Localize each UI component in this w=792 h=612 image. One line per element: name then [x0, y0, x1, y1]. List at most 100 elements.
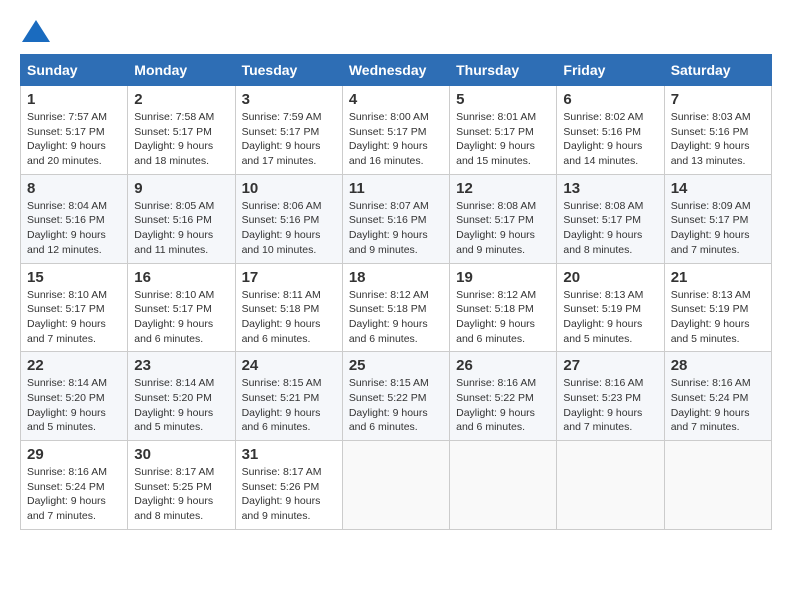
calendar-cell: 9 Sunrise: 8:05 AMSunset: 5:16 PMDaylight…	[128, 174, 235, 263]
day-info: Sunrise: 8:16 AMSunset: 5:23 PMDaylight:…	[563, 376, 657, 435]
day-number: 11	[349, 180, 443, 197]
weekday-header-saturday: Saturday	[664, 55, 771, 86]
day-number: 29	[27, 446, 121, 463]
day-info: Sunrise: 8:08 AMSunset: 5:17 PMDaylight:…	[456, 199, 550, 258]
day-info: Sunrise: 8:14 AMSunset: 5:20 PMDaylight:…	[134, 376, 228, 435]
day-info: Sunrise: 8:13 AMSunset: 5:19 PMDaylight:…	[671, 288, 765, 347]
calendar-cell: 1 Sunrise: 7:57 AMSunset: 5:17 PMDaylight…	[21, 86, 128, 175]
calendar-cell: 13 Sunrise: 8:08 AMSunset: 5:17 PMDayligh…	[557, 174, 664, 263]
day-number: 22	[27, 357, 121, 374]
day-info: Sunrise: 8:11 AMSunset: 5:18 PMDaylight:…	[242, 288, 336, 347]
day-number: 8	[27, 180, 121, 197]
calendar-cell: 28 Sunrise: 8:16 AMSunset: 5:24 PMDayligh…	[664, 352, 771, 441]
day-info: Sunrise: 8:01 AMSunset: 5:17 PMDaylight:…	[456, 110, 550, 169]
day-info: Sunrise: 8:13 AMSunset: 5:19 PMDaylight:…	[563, 288, 657, 347]
calendar-week-row: 22 Sunrise: 8:14 AMSunset: 5:20 PMDayligh…	[21, 352, 772, 441]
day-number: 3	[242, 91, 336, 108]
calendar-cell: 17 Sunrise: 8:11 AMSunset: 5:18 PMDayligh…	[235, 263, 342, 352]
day-info: Sunrise: 8:07 AMSunset: 5:16 PMDaylight:…	[349, 199, 443, 258]
day-number: 24	[242, 357, 336, 374]
day-info: Sunrise: 8:09 AMSunset: 5:17 PMDaylight:…	[671, 199, 765, 258]
day-info: Sunrise: 8:10 AMSunset: 5:17 PMDaylight:…	[134, 288, 228, 347]
day-info: Sunrise: 8:04 AMSunset: 5:16 PMDaylight:…	[27, 199, 121, 258]
day-info: Sunrise: 7:59 AMSunset: 5:17 PMDaylight:…	[242, 110, 336, 169]
day-info: Sunrise: 7:58 AMSunset: 5:17 PMDaylight:…	[134, 110, 228, 169]
calendar-cell: 14 Sunrise: 8:09 AMSunset: 5:17 PMDayligh…	[664, 174, 771, 263]
day-number: 18	[349, 269, 443, 286]
day-number: 21	[671, 269, 765, 286]
day-info: Sunrise: 8:17 AMSunset: 5:26 PMDaylight:…	[242, 465, 336, 524]
calendar-cell: 22 Sunrise: 8:14 AMSunset: 5:20 PMDayligh…	[21, 352, 128, 441]
day-number: 16	[134, 269, 228, 286]
day-info: Sunrise: 8:12 AMSunset: 5:18 PMDaylight:…	[456, 288, 550, 347]
calendar-cell: 5 Sunrise: 8:01 AMSunset: 5:17 PMDaylight…	[450, 86, 557, 175]
calendar-cell: 4Sunrise: 8:00 AMSunset: 5:17 PMDaylight…	[342, 86, 449, 175]
calendar-cell: 19 Sunrise: 8:12 AMSunset: 5:18 PMDayligh…	[450, 263, 557, 352]
day-number: 31	[242, 446, 336, 463]
weekday-header-monday: Monday	[128, 55, 235, 86]
day-number: 25	[349, 357, 443, 374]
calendar-cell: 16 Sunrise: 8:10 AMSunset: 5:17 PMDayligh…	[128, 263, 235, 352]
calendar-cell: 25 Sunrise: 8:15 AMSunset: 5:22 PMDayligh…	[342, 352, 449, 441]
logo-icon	[22, 20, 50, 42]
day-info: Sunrise: 8:17 AMSunset: 5:25 PMDaylight:…	[134, 465, 228, 524]
day-number: 30	[134, 446, 228, 463]
calendar-header: SundayMondayTuesdayWednesdayThursdayFrid…	[21, 55, 772, 86]
weekday-header-thursday: Thursday	[450, 55, 557, 86]
calendar-cell: 8 Sunrise: 8:04 AMSunset: 5:16 PMDaylight…	[21, 174, 128, 263]
weekday-header-wednesday: Wednesday	[342, 55, 449, 86]
day-number: 13	[563, 180, 657, 197]
day-info: Sunrise: 8:02 AMSunset: 5:16 PMDaylight:…	[563, 110, 657, 169]
calendar-cell: 29 Sunrise: 8:16 AMSunset: 5:24 PMDayligh…	[21, 441, 128, 530]
day-info: Sunrise: 8:14 AMSunset: 5:20 PMDaylight:…	[27, 376, 121, 435]
calendar-cell: 31 Sunrise: 8:17 AMSunset: 5:26 PMDayligh…	[235, 441, 342, 530]
day-info: Sunrise: 8:16 AMSunset: 5:24 PMDaylight:…	[27, 465, 121, 524]
calendar-cell: 6Sunrise: 8:02 AMSunset: 5:16 PMDaylight…	[557, 86, 664, 175]
day-info: Sunrise: 7:57 AMSunset: 5:17 PMDaylight:…	[27, 110, 121, 169]
day-info: Sunrise: 8:03 AMSunset: 5:16 PMDaylight:…	[671, 110, 765, 169]
calendar-cell	[450, 441, 557, 530]
day-number: 5	[456, 91, 550, 108]
day-number: 15	[27, 269, 121, 286]
day-info: Sunrise: 8:06 AMSunset: 5:16 PMDaylight:…	[242, 199, 336, 258]
day-number: 28	[671, 357, 765, 374]
day-number: 2	[134, 91, 228, 108]
day-info: Sunrise: 8:08 AMSunset: 5:17 PMDaylight:…	[563, 199, 657, 258]
day-info: Sunrise: 8:15 AMSunset: 5:21 PMDaylight:…	[242, 376, 336, 435]
calendar-cell: 24 Sunrise: 8:15 AMSunset: 5:21 PMDayligh…	[235, 352, 342, 441]
day-info: Sunrise: 8:16 AMSunset: 5:24 PMDaylight:…	[671, 376, 765, 435]
calendar-week-row: 29 Sunrise: 8:16 AMSunset: 5:24 PMDayligh…	[21, 441, 772, 530]
day-number: 23	[134, 357, 228, 374]
day-number: 19	[456, 269, 550, 286]
day-info: Sunrise: 8:15 AMSunset: 5:22 PMDaylight:…	[349, 376, 443, 435]
calendar-cell: 21 Sunrise: 8:13 AMSunset: 5:19 PMDayligh…	[664, 263, 771, 352]
calendar-cell: 3 Sunrise: 7:59 AMSunset: 5:17 PMDaylight…	[235, 86, 342, 175]
calendar-cell: 2 Sunrise: 7:58 AMSunset: 5:17 PMDaylight…	[128, 86, 235, 175]
day-number: 9	[134, 180, 228, 197]
day-number: 12	[456, 180, 550, 197]
weekday-header-friday: Friday	[557, 55, 664, 86]
day-number: 1	[27, 91, 121, 108]
day-info: Sunrise: 8:05 AMSunset: 5:16 PMDaylight:…	[134, 199, 228, 258]
calendar-cell: 20 Sunrise: 8:13 AMSunset: 5:19 PMDayligh…	[557, 263, 664, 352]
calendar-cell	[557, 441, 664, 530]
calendar-cell	[664, 441, 771, 530]
calendar-cell: 11 Sunrise: 8:07 AMSunset: 5:16 PMDayligh…	[342, 174, 449, 263]
day-number: 7	[671, 91, 765, 108]
calendar-table: SundayMondayTuesdayWednesdayThursdayFrid…	[20, 54, 772, 530]
day-number: 20	[563, 269, 657, 286]
weekday-header-tuesday: Tuesday	[235, 55, 342, 86]
day-info: Sunrise: 8:16 AMSunset: 5:22 PMDaylight:…	[456, 376, 550, 435]
weekday-header-sunday: Sunday	[21, 55, 128, 86]
calendar-cell: 23 Sunrise: 8:14 AMSunset: 5:20 PMDayligh…	[128, 352, 235, 441]
calendar-cell: 15Sunrise: 8:10 AMSunset: 5:17 PMDayligh…	[21, 263, 128, 352]
calendar-cell: 10 Sunrise: 8:06 AMSunset: 5:16 PMDayligh…	[235, 174, 342, 263]
day-number: 17	[242, 269, 336, 286]
day-number: 14	[671, 180, 765, 197]
day-number: 10	[242, 180, 336, 197]
calendar-cell: 30 Sunrise: 8:17 AMSunset: 5:25 PMDayligh…	[128, 441, 235, 530]
calendar-cell: 12 Sunrise: 8:08 AMSunset: 5:17 PMDayligh…	[450, 174, 557, 263]
day-number: 26	[456, 357, 550, 374]
day-number: 27	[563, 357, 657, 374]
calendar-cell	[342, 441, 449, 530]
